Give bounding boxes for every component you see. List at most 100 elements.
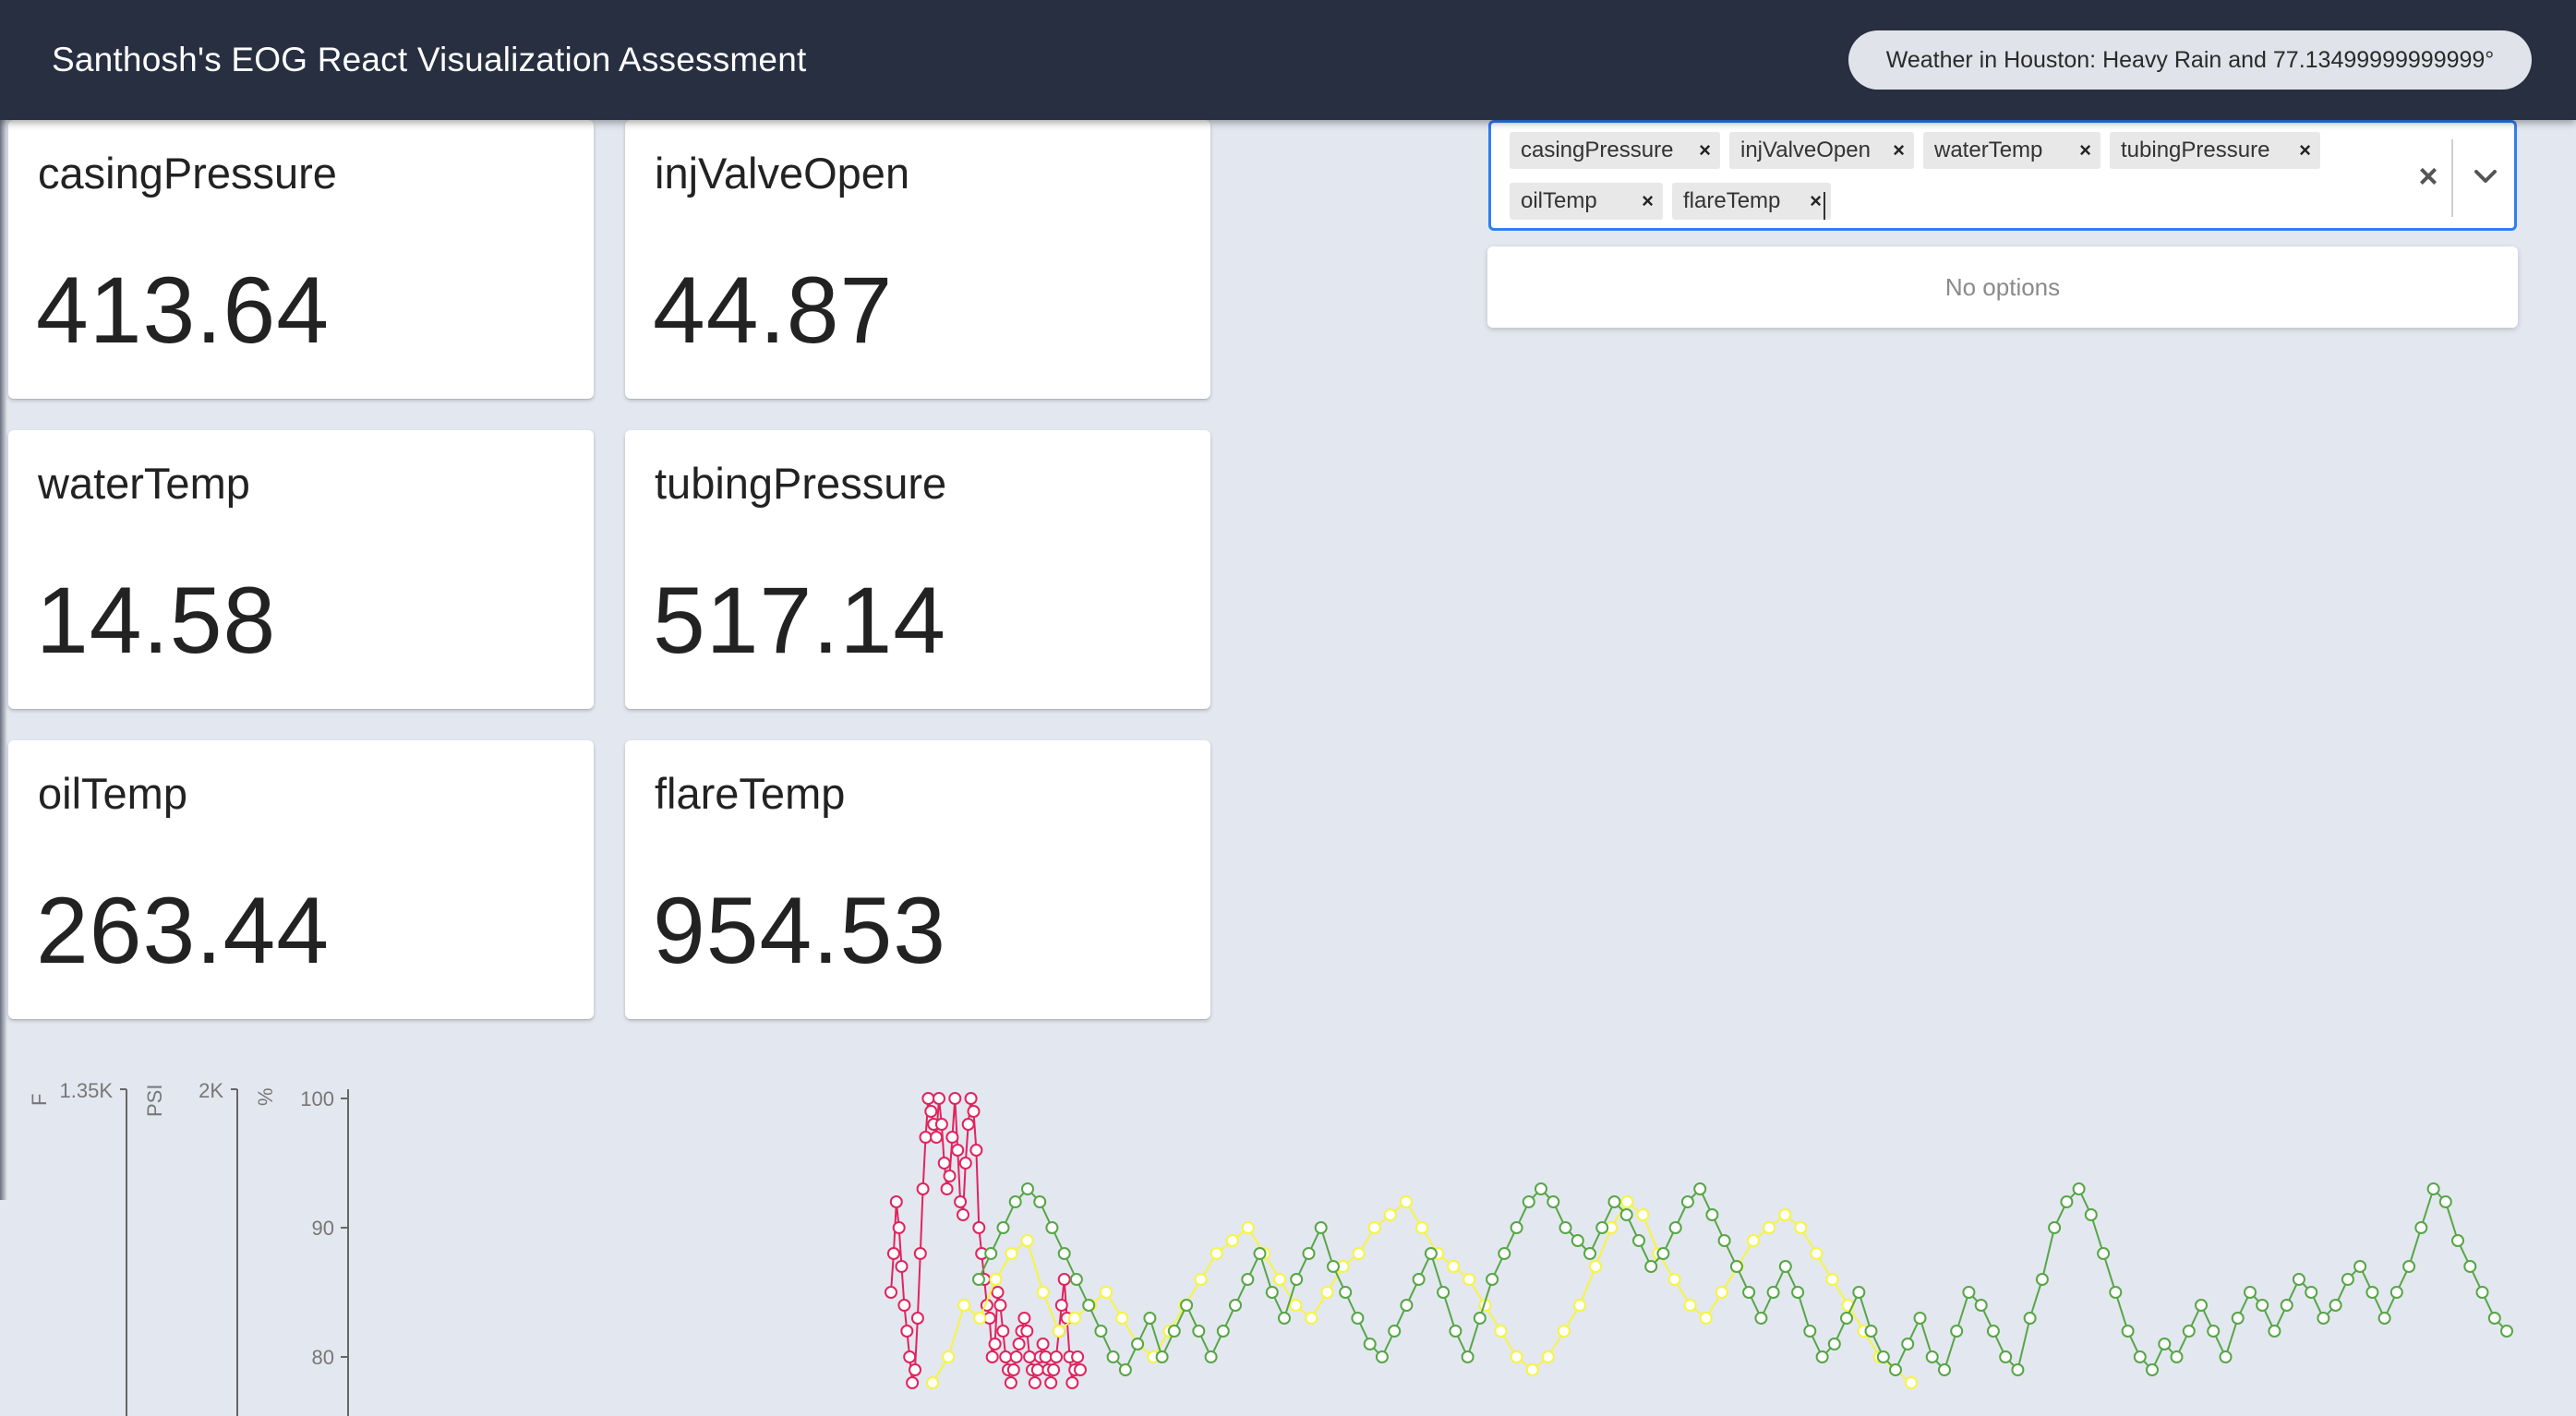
data-point xyxy=(2072,1182,2086,1195)
data-point xyxy=(897,1299,911,1312)
data-point xyxy=(2256,1299,2269,1312)
data-point xyxy=(991,1286,1005,1299)
data-point xyxy=(1143,1312,1157,1325)
data-point xyxy=(2182,1325,2196,1338)
data-point xyxy=(1632,1234,1645,1247)
data-point xyxy=(909,1363,921,1376)
data-point xyxy=(1840,1312,1853,1325)
axis-psi-unit: PSI xyxy=(143,1085,166,1117)
data-point xyxy=(903,1350,917,1363)
data-point xyxy=(1363,1338,1377,1350)
axis-f-unit: F xyxy=(28,1094,51,1106)
data-point xyxy=(1194,1273,1208,1286)
metric-name: tubingPressure xyxy=(655,459,947,508)
data-point xyxy=(1876,1350,1890,1363)
data-point xyxy=(1155,1350,1169,1363)
data-point xyxy=(1036,1338,1050,1350)
metric-name: casingPressure xyxy=(38,149,337,198)
measurements-chart: F 1.35K PSI 2K % 100 90 80 xyxy=(28,1079,2513,1416)
data-point xyxy=(1541,1350,1555,1363)
data-point xyxy=(2146,1363,2159,1376)
data-point xyxy=(1045,1221,1059,1234)
data-point xyxy=(2475,1286,2489,1299)
data-point xyxy=(1747,1234,1760,1247)
data-point xyxy=(2305,1286,2318,1299)
axis-percent-unit: % xyxy=(254,1087,277,1106)
app-title: Santhosh's EOG React Visualization Asses… xyxy=(52,41,807,78)
data-point xyxy=(1729,1260,1743,1273)
data-point xyxy=(1057,1247,1071,1260)
metric-card-oil-temp: oilTemp 263.44 xyxy=(8,740,594,1019)
data-point xyxy=(1715,1286,1728,1299)
data-point xyxy=(1620,1195,1634,1208)
data-point xyxy=(1754,1312,1768,1325)
data-point xyxy=(1289,1299,1303,1312)
chip-remove-icon[interactable]: × xyxy=(1810,183,1822,220)
data-point xyxy=(921,1092,935,1105)
data-point xyxy=(1094,1325,1108,1338)
data-point xyxy=(2463,1260,2477,1273)
data-point xyxy=(961,1118,975,1131)
data-point xyxy=(900,1325,914,1338)
chip-remove-icon[interactable]: × xyxy=(2079,132,2091,169)
data-point xyxy=(1052,1325,1065,1338)
data-point xyxy=(1803,1325,1817,1338)
data-point xyxy=(940,1182,954,1195)
data-point xyxy=(1241,1273,1255,1286)
data-point xyxy=(1050,1350,1063,1363)
selected-chip: casingPressure × xyxy=(1510,132,1720,169)
data-point xyxy=(2133,1350,2147,1363)
chip-remove-icon[interactable]: × xyxy=(1893,132,1905,169)
data-point xyxy=(957,1208,969,1221)
data-point xyxy=(1925,1350,1939,1363)
clear-icon[interactable]: × xyxy=(2405,150,2451,202)
data-point xyxy=(1905,1376,1918,1389)
axis-psi-tick: 2K xyxy=(199,1079,223,1102)
data-point xyxy=(1225,1234,1239,1247)
data-point xyxy=(1115,1312,1129,1325)
data-point xyxy=(1351,1312,1365,1325)
data-point xyxy=(934,1118,948,1131)
metric-value: 14.58 xyxy=(36,568,277,673)
metric-card-water-temp: waterTemp 14.58 xyxy=(8,430,594,709)
data-point xyxy=(2426,1182,2440,1195)
plot-area xyxy=(885,1092,2513,1389)
chevron-down-icon[interactable] xyxy=(2462,150,2509,202)
data-point xyxy=(1028,1376,1041,1389)
data-point xyxy=(984,1247,998,1260)
data-point xyxy=(1595,1221,1609,1234)
data-point xyxy=(1510,1221,1523,1234)
data-point xyxy=(1461,1350,1475,1363)
data-point xyxy=(1889,1363,1902,1376)
data-point xyxy=(1100,1286,1113,1299)
chip-remove-icon[interactable]: × xyxy=(2299,132,2311,169)
metric-select[interactable]: casingPressure × injValveOpen × waterTem… xyxy=(1488,120,2517,231)
data-point xyxy=(924,1105,938,1118)
data-point xyxy=(1020,1325,1034,1338)
data-point xyxy=(2414,1221,2428,1234)
data-point xyxy=(1131,1338,1145,1350)
data-point xyxy=(1339,1286,1353,1299)
data-point xyxy=(1827,1338,1841,1350)
data-point xyxy=(2377,1312,2391,1325)
data-point xyxy=(1017,1312,1031,1325)
data-point xyxy=(1302,1247,1316,1260)
indicator-separator xyxy=(2451,139,2453,217)
chip-remove-icon[interactable]: × xyxy=(1699,132,1711,169)
data-point xyxy=(1763,1221,1776,1234)
chip-remove-icon[interactable]: × xyxy=(1642,183,1654,220)
data-point xyxy=(1766,1286,1780,1299)
data-point xyxy=(886,1247,900,1260)
data-point xyxy=(2292,1273,2305,1286)
data-point xyxy=(1636,1208,1650,1221)
data-point xyxy=(1791,1286,1805,1299)
data-point xyxy=(2207,1325,2221,1338)
data-point xyxy=(2451,1234,2464,1247)
data-point xyxy=(1118,1363,1132,1376)
chip-label: tubingPressure xyxy=(2121,138,2270,162)
data-point xyxy=(948,1092,962,1105)
metric-card-tubing-pressure: tubingPressure 517.14 xyxy=(625,430,1210,709)
data-point xyxy=(1320,1286,1334,1299)
data-point xyxy=(2317,1312,2330,1325)
data-point xyxy=(1680,1195,1694,1208)
